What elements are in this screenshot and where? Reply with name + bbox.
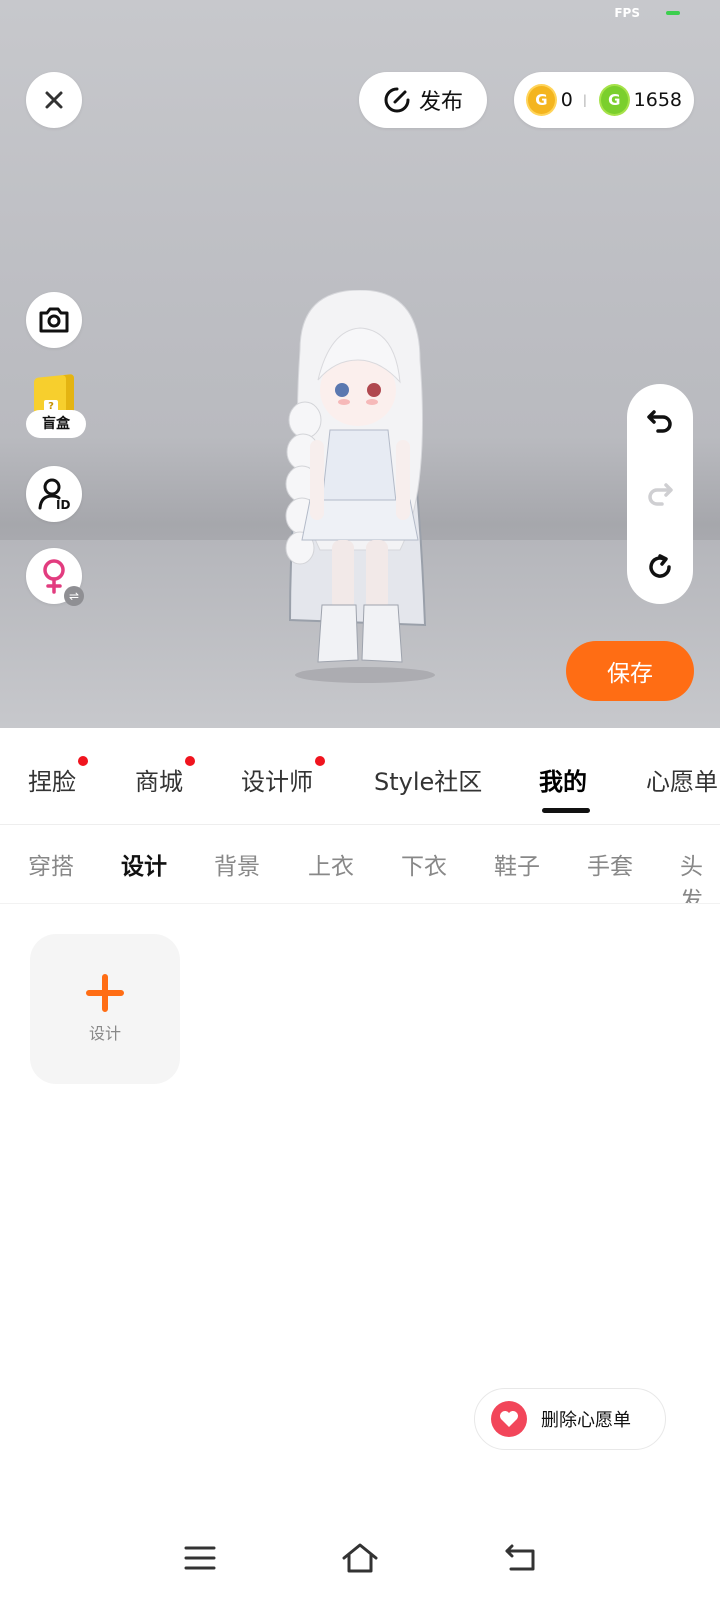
plus-icon [86,974,124,1012]
tab-mall[interactable]: 商城 [135,756,195,797]
avatar-figure[interactable] [270,290,450,690]
female-icon [43,559,65,594]
tab-style-community-label: Style社区 [374,768,483,796]
sub-tab-bar: 穿搭 设计 背景 上衣 下衣 鞋子 手套 头发 [0,825,720,904]
active-tab-indicator [542,808,590,813]
fps-label: FPS [614,6,640,20]
nav-menu-button[interactable] [176,1538,224,1578]
nav-back-button[interactable] [496,1538,544,1578]
subtab-outfit[interactable]: 穿搭 [28,847,74,881]
subtab-hair[interactable]: 头发 [680,847,720,903]
blind-box-button[interactable]: ? 盲盒 [26,373,86,442]
green-coin-count: 1658 [633,89,682,111]
save-button[interactable]: 保存 [566,641,694,701]
close-icon [45,91,63,109]
notification-dot [185,756,195,766]
heart-icon [491,1401,527,1437]
subtab-shoes[interactable]: 鞋子 [494,847,540,881]
publish-button[interactable]: 发布 [359,72,487,128]
tab-face[interactable]: 捏脸 [28,756,88,797]
svg-text:ID: ID [56,498,70,511]
subtab-bottom[interactable]: 下衣 [401,847,447,881]
undo-icon[interactable] [645,406,675,436]
subtab-top[interactable]: 上衣 [308,847,354,881]
camera-button[interactable] [26,292,82,348]
new-design-card[interactable]: 设计 [30,934,180,1084]
home-icon [342,1543,378,1573]
nav-home-button[interactable] [336,1538,384,1578]
remove-wishlist-label: 删除心愿单 [541,1410,631,1431]
gold-coin-icon: G [526,84,557,116]
subtab-background[interactable]: 背景 [214,847,260,881]
notification-dot [315,756,325,766]
coin-separator: | [582,93,587,107]
publish-label: 发布 [418,90,463,115]
redo-icon[interactable] [645,479,675,509]
system-nav-bar [0,1520,720,1600]
subtab-gloves[interactable]: 手套 [587,847,633,881]
subtab-design[interactable]: 设计 [121,847,167,881]
avatar-scene[interactable]: FPS 发布 G 0 | G 1658 ? 盲盒 ID ⇌ 保存 [0,0,720,728]
tab-face-label: 捏脸 [28,768,76,796]
tab-wishlist-label: 心愿单 [646,768,718,796]
tab-style-community[interactable]: Style社区 [374,762,482,797]
camera-icon [39,307,69,333]
avatar-id-button[interactable]: ID [26,466,82,522]
currency-panel[interactable]: G 0 | G 1658 [514,72,694,128]
swap-icon: ⇌ [64,586,84,606]
fps-indicator [666,11,680,15]
tab-mine[interactable]: 我的 [539,762,587,797]
tab-designer-label: 设计师 [241,768,313,796]
menu-icon [184,1546,216,1570]
user-id-icon: ID [38,478,70,511]
tab-mall-label: 商城 [135,768,183,796]
reset-icon[interactable] [645,552,675,582]
back-icon [505,1544,535,1571]
tab-designer[interactable]: 设计师 [241,756,325,797]
gold-coin-count: 0 [560,89,573,111]
green-coin-icon: G [598,84,630,116]
close-button[interactable] [26,72,82,128]
new-design-label: 设计 [88,1024,121,1043]
notification-dot [78,756,88,766]
tab-wishlist[interactable]: 心愿单 [646,762,718,797]
blind-box-label: 盲盒 [26,410,86,438]
history-panel [627,384,693,604]
gender-switch-button[interactable]: ⇌ [26,548,84,606]
remove-wishlist-button[interactable]: 删除心愿单 [474,1388,666,1450]
tab-mine-label: 我的 [539,768,587,796]
publish-icon [384,87,410,113]
main-tab-bar: 捏脸 商城 设计师 Style社区 我的 心愿单 [0,728,720,825]
